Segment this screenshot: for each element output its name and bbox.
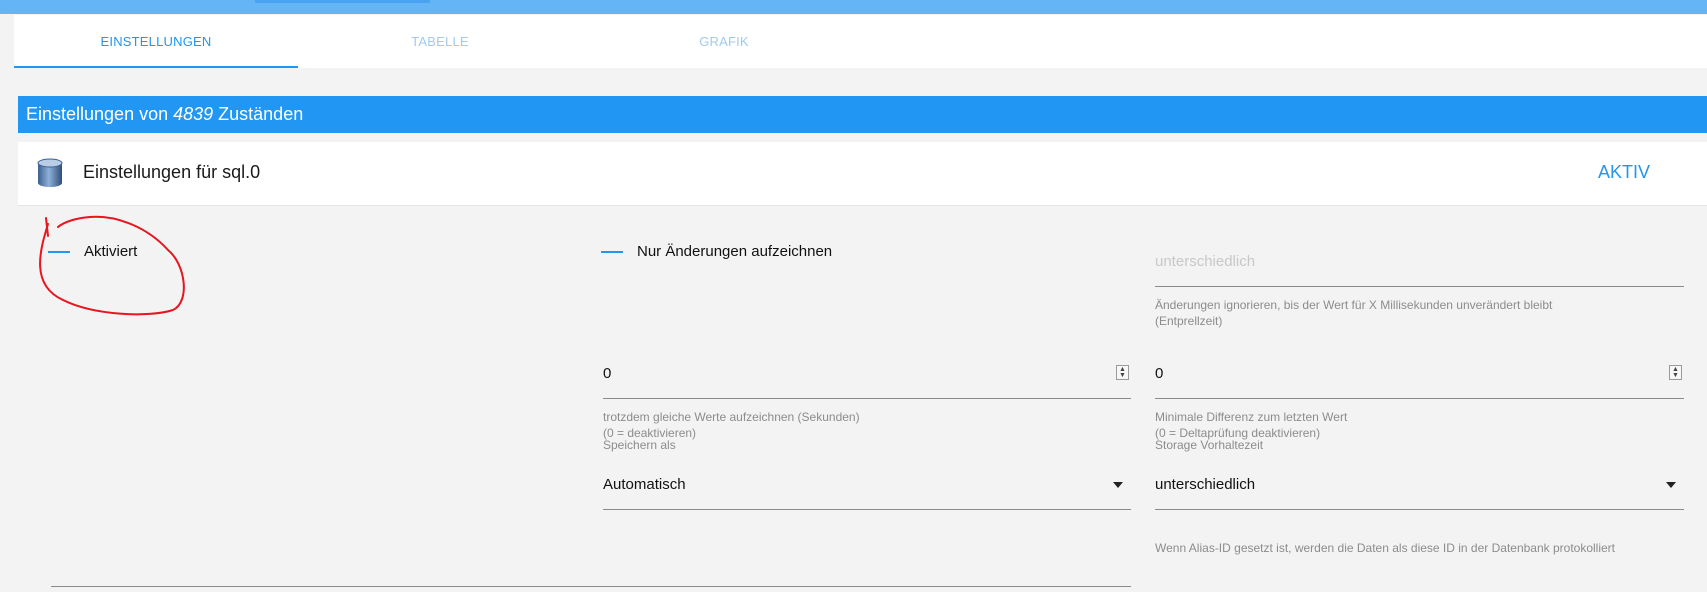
field-underline <box>603 509 1131 510</box>
record-same-values-input[interactable]: 0 ▲ ▼ <box>603 365 1131 399</box>
retention-label: Storage Vorhaltezeit <box>1155 438 1264 452</box>
store-as-select[interactable]: Automatisch <box>603 476 1131 510</box>
red-circle-annotation <box>39 215 185 316</box>
app-top-bar <box>0 0 1707 14</box>
top-bar-highlight <box>255 0 430 3</box>
card-title: Einstellungen für sql.0 <box>83 162 261 182</box>
adapter-card-header: Einstellungen für sql.0 AKTIV <box>18 142 1707 206</box>
record-same-values-help-line1: trotzdem gleiche Werte aufzeichnen (Seku… <box>603 410 860 424</box>
alias-id-field-underline <box>51 586 1131 587</box>
record-same-values-value: 0 <box>603 365 612 382</box>
field-underline <box>1155 398 1684 399</box>
changes-only-toggle[interactable]: Nur Änderungen aufzeichnen <box>601 243 832 260</box>
tab-tabelle[interactable]: TABELLE <box>298 15 582 68</box>
number-spinner[interactable]: ▲ ▼ <box>1116 365 1129 380</box>
database-icon <box>37 158 63 187</box>
store-as-value: Automatisch <box>603 476 686 493</box>
dropdown-arrow-icon <box>1666 482 1676 488</box>
active-tab-indicator <box>14 66 298 68</box>
status-active-button[interactable]: AKTIV <box>1598 162 1650 183</box>
debounce-help-line2: (Entprellzeit) <box>1155 314 1223 328</box>
tab-grafik[interactable]: GRAFIK <box>582 15 866 68</box>
min-difference-value: 0 <box>1155 365 1164 382</box>
alias-help: Wenn Alias-ID gesetzt ist, werden die Da… <box>1155 541 1616 555</box>
tab-einstellungen[interactable]: EINSTELLUNGEN <box>14 15 298 68</box>
section-title-bar: Einstellungen von 4839 Zuständen <box>18 96 1707 133</box>
changes-only-label: Nur Änderungen aufzeichnen <box>637 243 833 260</box>
debounce-help: Änderungen ignorieren, bis der Wert für … <box>1155 297 1695 329</box>
enabled-label: Aktiviert <box>84 243 138 260</box>
min-difference-help-line1: Minimale Differenz zum letzten Wert <box>1155 410 1348 424</box>
debounce-help-line1: Änderungen ignorieren, bis der Wert für … <box>1155 298 1553 312</box>
tab-bar: EINSTELLUNGEN TABELLE GRAFIK <box>14 15 1707 68</box>
toggle-indicator <box>48 250 70 253</box>
enabled-toggle[interactable]: Aktiviert <box>48 243 137 260</box>
store-as-label: Speichern als <box>603 438 676 452</box>
states-count: 4839 <box>173 104 214 124</box>
field-underline <box>1155 286 1684 287</box>
dropdown-arrow-icon <box>1113 482 1123 488</box>
section-title-prefix: Einstellungen von <box>26 104 169 124</box>
debounce-input[interactable]: unterschiedlich <box>1155 253 1684 287</box>
min-difference-input[interactable]: 0 ▲ ▼ <box>1155 365 1684 399</box>
toggle-indicator <box>601 250 623 253</box>
retention-value: unterschiedlich <box>1155 476 1256 493</box>
retention-select[interactable]: unterschiedlich <box>1155 476 1684 510</box>
section-title-suffix: Zuständen <box>218 104 304 124</box>
field-underline <box>1155 509 1684 510</box>
number-spinner[interactable]: ▲ ▼ <box>1669 365 1682 380</box>
field-underline <box>603 398 1131 399</box>
debounce-placeholder: unterschiedlich <box>1155 253 1256 270</box>
